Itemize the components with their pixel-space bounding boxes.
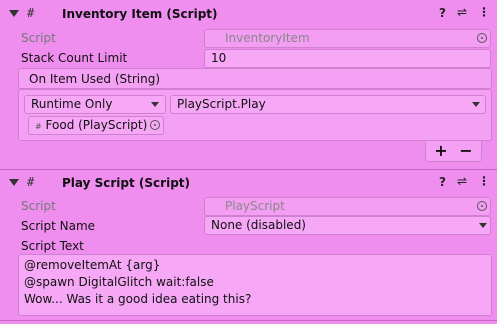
- runtime-dropdown-value: Runtime Only: [31, 97, 113, 111]
- script-component-icon: #: [27, 6, 35, 20]
- script-object-value: InventoryItem: [225, 31, 310, 45]
- object-picker-icon[interactable]: [150, 120, 160, 130]
- stack-count-label: Stack Count Limit: [21, 51, 128, 65]
- script-component-icon: #: [27, 175, 35, 189]
- script-text-line: @spawn DigitalGlitch wait:false: [24, 275, 214, 289]
- script-object-field: InventoryItem: [204, 29, 491, 48]
- function-dropdown[interactable]: PlayScript.Play: [170, 95, 486, 114]
- chevron-down-icon: [479, 223, 487, 228]
- add-listener-button[interactable]: +: [431, 141, 451, 161]
- help-icon[interactable]: ?: [439, 175, 446, 189]
- script-name-dropdown[interactable]: None (disabled): [204, 216, 491, 235]
- component-title: Inventory Item (Script): [62, 7, 218, 21]
- script-text-area[interactable]: @removeItemAt {arg} @spawn DigitalGlitch…: [18, 254, 492, 316]
- presets-icon[interactable]: ⇌: [457, 174, 467, 188]
- menu-icon[interactable]: ⋮: [478, 174, 490, 188]
- script-object-value: PlayScript: [225, 199, 285, 213]
- foldout-arrow-icon[interactable]: [9, 179, 19, 186]
- object-picker-icon[interactable]: [477, 33, 487, 43]
- component-title: Play Script (Script): [62, 176, 191, 190]
- target-object-field[interactable]: # Food (PlayScript): [28, 116, 164, 135]
- foldout-arrow-icon[interactable]: [9, 10, 19, 17]
- script-name-value: None (disabled): [211, 218, 306, 232]
- event-header-label: On Item Used (String): [29, 72, 161, 86]
- menu-icon[interactable]: ⋮: [478, 5, 490, 19]
- component-separator: [0, 320, 497, 321]
- runtime-dropdown[interactable]: Runtime Only: [24, 95, 166, 114]
- function-dropdown-value: PlayScript.Play: [177, 97, 266, 111]
- script-text-line: Wow... Was it a good idea eating this?: [24, 292, 252, 306]
- stack-count-input[interactable]: 10: [204, 49, 491, 68]
- script-label: Script: [21, 31, 56, 45]
- help-icon[interactable]: ?: [439, 6, 446, 20]
- script-name-label: Script Name: [21, 219, 96, 233]
- script-asset-icon: #: [35, 122, 42, 131]
- stack-count-value: 10: [211, 51, 227, 65]
- script-object-field: PlayScript: [204, 197, 491, 216]
- target-object-value: Food (PlayScript): [45, 118, 148, 132]
- script-label: Script: [21, 199, 56, 213]
- chevron-down-icon: [151, 102, 159, 107]
- script-text-label: Script Text: [21, 239, 84, 253]
- chevron-down-icon: [472, 102, 480, 107]
- object-picker-icon[interactable]: [477, 201, 487, 211]
- presets-icon[interactable]: ⇌: [457, 5, 467, 19]
- script-text-line: @removeItemAt {arg}: [24, 258, 161, 272]
- remove-listener-button[interactable]: −: [456, 141, 476, 161]
